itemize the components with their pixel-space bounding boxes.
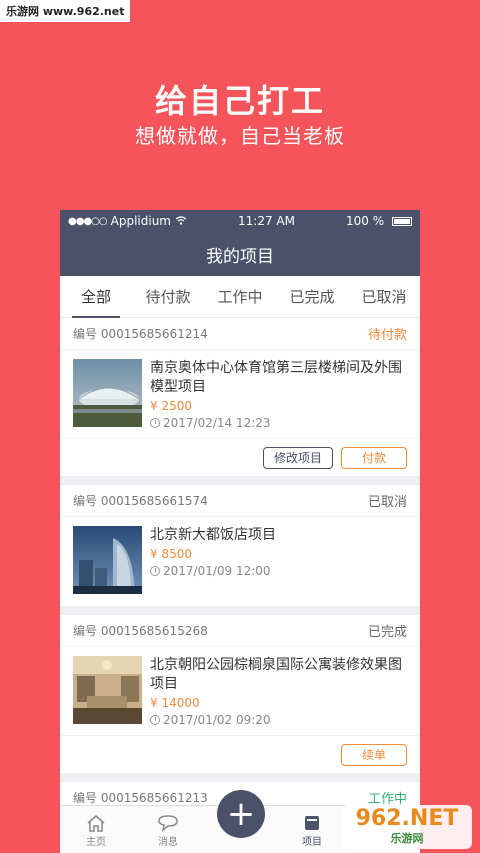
- status-badge: 待付款: [367, 328, 407, 343]
- project-price: ¥ 14000: [150, 696, 200, 710]
- carrier-label: Applidium: [110, 214, 171, 228]
- tab-completed[interactable]: 已完成: [276, 276, 348, 318]
- filter-tabs: 全部 待付款 工作中 已完成 已取消: [60, 276, 420, 318]
- project-number: 编号 00015685615268: [73, 624, 208, 638]
- add-project-button[interactable]: +: [217, 790, 265, 838]
- watermark-small: 乐游网: [390, 832, 424, 845]
- promo-subtitle: 想做就做，自己当老板: [135, 124, 345, 148]
- project-number: 编号 00015685661214: [73, 327, 208, 341]
- watermark-big: 962.NET: [355, 806, 459, 831]
- pay-button[interactable]: 付款: [341, 446, 407, 469]
- card-header: 编号 00015685661574 已取消: [60, 485, 420, 517]
- tabbar-projects-label: 项目: [302, 837, 322, 848]
- battery-icon: [391, 217, 412, 226]
- project-number: 编号 00015685661213: [73, 791, 208, 805]
- card-header: 编号 00015685615268 已完成: [60, 615, 420, 647]
- project-card[interactable]: 编号 00015685661214 待付款 南京奥体中心体育馆第三层楼梯间及外围…: [60, 318, 420, 476]
- card-body: 北京朝阳公园棕榈泉国际公寓装修效果图项目 ¥ 14000 2017/01/02 …: [60, 647, 420, 735]
- project-title: 北京朝阳公园棕榈泉国际公寓装修效果图项目: [150, 657, 402, 692]
- project-thumbnail: [73, 656, 142, 724]
- clock-icon: [150, 715, 160, 725]
- project-time: 2017/02/14 12:23: [150, 416, 407, 430]
- clock-icon: [150, 418, 160, 428]
- tabbar-projects[interactable]: 项目: [276, 806, 348, 853]
- tabbar-add-slot: +: [204, 790, 276, 853]
- project-list: 编号 00015685661214 待付款 南京奥体中心体育馆第三层楼梯间及外围…: [60, 318, 420, 814]
- home-icon: [87, 815, 105, 832]
- battery-label: 100 %: [346, 214, 385, 228]
- project-thumbnail: [73, 526, 142, 594]
- book-icon: [305, 816, 319, 830]
- page-title: 我的项目: [206, 246, 274, 267]
- watermark-top: 乐游网 www.962.net: [0, 0, 131, 22]
- project-price: ¥ 2500: [150, 399, 192, 413]
- status-bar: ●●●○○ Applidium 11:27 AM 100 %: [60, 210, 420, 232]
- card-body: 南京奥体中心体育馆第三层楼梯间及外围模型项目 ¥ 2500 2017/02/14…: [60, 350, 420, 438]
- card-actions: 续单: [60, 735, 420, 773]
- phone-screen: ●●●○○ Applidium 11:27 AM 100 % 我的项目 全部 待…: [60, 210, 420, 853]
- watermark-bottom: 962.NET 乐游网: [342, 805, 472, 849]
- project-title: 南京奥体中心体育馆第三层楼梯间及外围模型项目: [150, 360, 402, 395]
- card-body: 北京新大都饭店项目 ¥ 8500 2017/01/09 12:00: [60, 517, 420, 606]
- tabbar-messages-label: 消息: [158, 837, 178, 848]
- project-time: 2017/01/09 12:00: [150, 564, 407, 578]
- tab-all[interactable]: 全部: [60, 276, 132, 318]
- project-title: 北京新大都饭店项目: [150, 527, 276, 543]
- status-badge: 已完成: [367, 625, 407, 640]
- tabbar-home-label: 主页: [86, 837, 106, 848]
- status-time: 11:27 AM: [238, 214, 295, 228]
- project-thumbnail: [73, 359, 142, 427]
- project-price: ¥ 8500: [150, 547, 192, 561]
- project-card[interactable]: 编号 00015685661574 已取消 北京新大都饭店项目 ¥ 8500 2…: [60, 485, 420, 606]
- card-actions: 修改项目 付款: [60, 438, 420, 476]
- edit-project-button[interactable]: 修改项目: [262, 446, 333, 469]
- signal-icon: ●●●○○: [68, 215, 108, 227]
- chat-icon: [158, 815, 178, 832]
- tab-pending-payment[interactable]: 待付款: [132, 276, 204, 318]
- renew-button[interactable]: 续单: [341, 743, 407, 766]
- tabbar-home[interactable]: 主页: [60, 806, 132, 853]
- tab-cancelled[interactable]: 已取消: [348, 276, 420, 318]
- project-card[interactable]: 编号 00015685615268 已完成 北京朝阳公园棕榈泉国际公寓装修效果图…: [60, 615, 420, 773]
- clock-icon: [150, 566, 160, 576]
- promo-title: 给自己打工: [154, 82, 325, 120]
- status-badge: 已取消: [367, 495, 407, 510]
- nav-bar: 我的项目: [60, 232, 420, 276]
- project-number: 编号 00015685661574: [73, 494, 208, 508]
- tab-in-progress[interactable]: 工作中: [204, 276, 276, 318]
- wifi-icon: [175, 214, 187, 228]
- tabbar-messages[interactable]: 消息: [132, 806, 204, 853]
- card-header: 编号 00015685661214 待付款: [60, 318, 420, 350]
- project-time: 2017/01/02 09:20: [150, 713, 407, 727]
